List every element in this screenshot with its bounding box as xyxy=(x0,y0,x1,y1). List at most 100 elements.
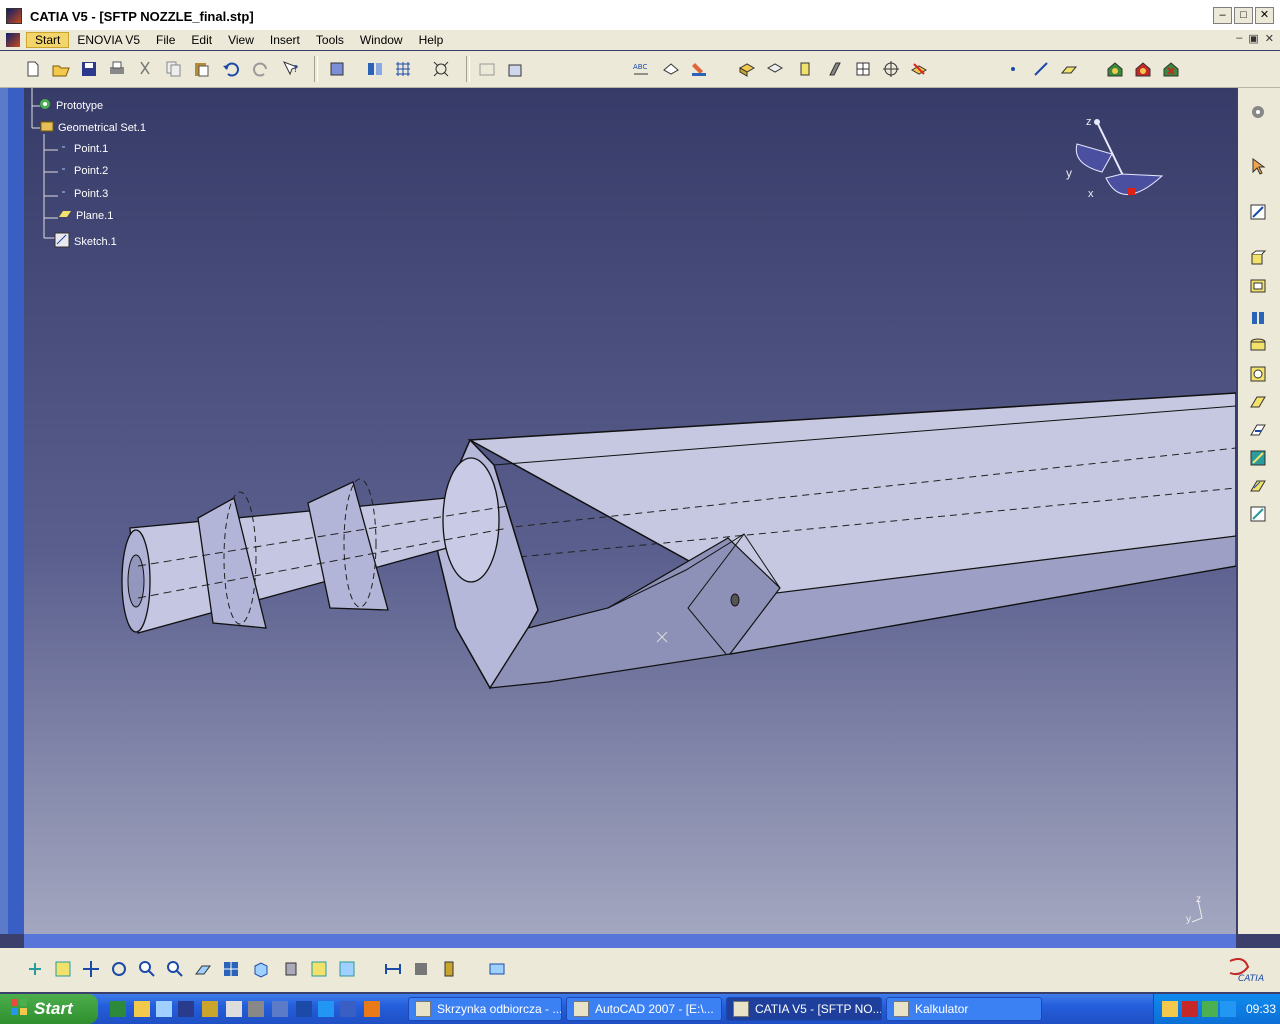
nozzle-model[interactable] xyxy=(8,88,1236,934)
quick-launch-icon[interactable] xyxy=(296,1001,312,1017)
measure-between-icon[interactable] xyxy=(382,958,404,980)
compass[interactable] xyxy=(1062,114,1172,224)
menu-insert[interactable]: Insert xyxy=(262,33,308,47)
fly-mode-icon[interactable] xyxy=(24,958,46,980)
measure-item-icon[interactable] xyxy=(410,958,432,980)
zoom-in-icon[interactable] xyxy=(136,958,158,980)
start-button[interactable]: Start xyxy=(0,994,98,1024)
quick-launch-icon[interactable] xyxy=(156,1001,172,1017)
fit-all-icon[interactable] xyxy=(364,58,386,80)
quick-launch-icon[interactable] xyxy=(202,1001,218,1017)
shaft-icon[interactable] xyxy=(794,58,816,80)
workbench-icon[interactable] xyxy=(1246,100,1270,124)
document-icon[interactable] xyxy=(6,33,20,47)
menu-tools[interactable]: Tools xyxy=(308,33,352,47)
table-icon[interactable] xyxy=(476,58,498,80)
mdi-minimize-button[interactable]: – xyxy=(1236,32,1242,45)
tree-node-point-2[interactable]: Point.2 xyxy=(60,164,108,177)
tree-node-geometrical-set[interactable]: Geometrical Set.1 xyxy=(40,119,146,136)
menu-view[interactable]: View xyxy=(220,33,262,47)
task-calculator[interactable]: Kalkulator xyxy=(886,997,1042,1021)
rib-feature-icon[interactable] xyxy=(1246,390,1270,414)
tray-icon[interactable] xyxy=(1202,1001,1218,1017)
menu-start[interactable]: Start xyxy=(26,32,70,48)
quick-launch-icon[interactable] xyxy=(318,1001,334,1017)
normal-view-icon[interactable] xyxy=(192,958,214,980)
groove-feature-icon[interactable] xyxy=(1246,334,1270,358)
measure-inertia-icon[interactable] xyxy=(438,958,460,980)
3d-viewport[interactable]: z y x z y xyxy=(8,88,1236,934)
tree-scrollbar[interactable] xyxy=(8,88,24,934)
open-icon[interactable] xyxy=(50,58,72,80)
tree-node-point-3[interactable]: Point.3 xyxy=(60,187,108,200)
print-icon[interactable] xyxy=(106,58,128,80)
cut-icon[interactable] xyxy=(134,58,156,80)
quick-launch-icon[interactable] xyxy=(226,1001,242,1017)
volume-icon[interactable] xyxy=(1182,1001,1198,1017)
clock[interactable]: 09:33 xyxy=(1246,1002,1276,1016)
pocket-icon[interactable] xyxy=(764,58,786,80)
menu-help[interactable]: Help xyxy=(411,33,452,47)
slot-feature-icon[interactable] xyxy=(1246,418,1270,442)
copy-icon[interactable] xyxy=(162,58,184,80)
pad-icon[interactable] xyxy=(736,58,758,80)
quick-launch-icon[interactable] xyxy=(110,1001,126,1017)
measure-icon[interactable] xyxy=(1104,58,1126,80)
task-catia[interactable]: CATIA V5 - [SFTP NO... xyxy=(726,997,882,1021)
shaft-feature-icon[interactable] xyxy=(1246,306,1270,330)
remove-icon[interactable] xyxy=(908,58,930,80)
new-icon[interactable] xyxy=(22,58,44,80)
zoom-out-icon[interactable] xyxy=(164,958,186,980)
annotation-icon[interactable] xyxy=(660,58,682,80)
task-mail[interactable]: Skrzynka odbiorcza - ... xyxy=(408,997,562,1021)
undo-icon[interactable] xyxy=(220,58,242,80)
menu-window[interactable]: Window xyxy=(352,33,411,47)
rib-icon[interactable] xyxy=(824,58,846,80)
hole-feature-icon[interactable] xyxy=(1246,362,1270,386)
redo-icon[interactable] xyxy=(250,58,272,80)
apply-material-button-icon[interactable] xyxy=(486,958,508,980)
quick-launch-icon[interactable] xyxy=(364,1001,380,1017)
tree-node-prototype[interactable]: Prototype xyxy=(38,97,103,114)
spell-check-icon[interactable]: ABC xyxy=(630,58,652,80)
stiffener-icon[interactable] xyxy=(1246,446,1270,470)
close-button[interactable]: ✕ xyxy=(1255,7,1274,24)
loft-icon[interactable] xyxy=(1246,474,1270,498)
point-tool-icon[interactable] xyxy=(1002,58,1024,80)
swap-space-icon[interactable] xyxy=(336,958,358,980)
pocket-feature-icon[interactable] xyxy=(1246,274,1270,298)
quick-launch-icon[interactable] xyxy=(340,1001,356,1017)
grid-icon[interactable] xyxy=(392,58,414,80)
snap-icon[interactable] xyxy=(430,58,452,80)
line-tool-icon[interactable] xyxy=(1030,58,1052,80)
rotate-icon[interactable] xyxy=(108,958,130,980)
select-icon[interactable] xyxy=(1246,154,1270,178)
tray-icon[interactable] xyxy=(1162,1001,1178,1017)
mdi-close-button[interactable]: ✕ xyxy=(1265,32,1274,45)
quick-launch-icon[interactable] xyxy=(272,1001,288,1017)
pad-feature-icon[interactable] xyxy=(1246,246,1270,270)
minimize-button[interactable]: – xyxy=(1213,7,1232,24)
quick-launch-icon[interactable] xyxy=(134,1001,150,1017)
sketcher-icon[interactable] xyxy=(1246,200,1270,224)
fit-all-in-icon[interactable] xyxy=(52,958,74,980)
grid-box-icon[interactable] xyxy=(852,58,874,80)
apply-material-icon[interactable] xyxy=(1132,58,1154,80)
save-icon[interactable] xyxy=(78,58,100,80)
catia-app-icon[interactable] xyxy=(6,8,22,24)
removed-loft-icon[interactable] xyxy=(1246,502,1270,526)
menu-edit[interactable]: Edit xyxy=(183,33,220,47)
paste-icon[interactable] xyxy=(190,58,212,80)
catalog-icon[interactable] xyxy=(504,58,526,80)
hide-show-icon[interactable] xyxy=(308,958,330,980)
quick-launch-icon[interactable] xyxy=(178,1001,194,1017)
plane-tool-icon[interactable] xyxy=(1058,58,1080,80)
menu-file[interactable]: File xyxy=(148,33,183,47)
pan-icon[interactable] xyxy=(80,958,102,980)
task-autocad[interactable]: AutoCAD 2007 - [E:\... xyxy=(566,997,722,1021)
multi-view-icon[interactable] xyxy=(220,958,242,980)
paint-icon[interactable] xyxy=(688,58,710,80)
mdi-restore-button[interactable]: ▣ xyxy=(1248,32,1258,45)
update-icon[interactable] xyxy=(1160,58,1182,80)
network-icon[interactable] xyxy=(1220,1001,1236,1017)
